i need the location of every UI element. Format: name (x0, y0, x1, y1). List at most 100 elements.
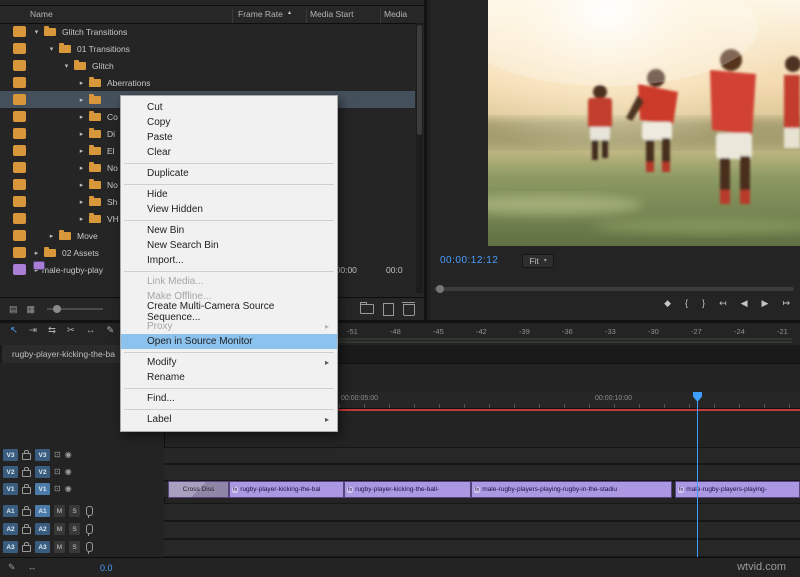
zoom-level-select[interactable]: Fit ▾ (522, 254, 553, 268)
new-bin-button[interactable] (360, 304, 374, 314)
label-color-chip[interactable] (13, 247, 26, 258)
label-color-chip[interactable] (13, 196, 26, 207)
context-menu-item[interactable]: Create Multi-Camera Source Sequence... ▸ (121, 304, 337, 319)
context-menu-item[interactable]: Open in Source Monitor ▸ (121, 334, 337, 349)
disclosure-chevron-icon[interactable]: ▸ (46, 232, 57, 240)
context-menu-item[interactable]: Duplicate ▸ (121, 166, 337, 181)
disclosure-chevron-icon[interactable]: ▸ (76, 164, 87, 172)
source-patch-button[interactable]: A1 (3, 505, 18, 517)
icon-view-button[interactable]: ▦ (27, 305, 36, 314)
column-name[interactable]: Name (30, 9, 53, 19)
label-color-chip[interactable] (13, 77, 26, 88)
program-video-frame[interactable] (488, 0, 800, 246)
disclosure-chevron-icon[interactable]: ▸ (31, 249, 42, 257)
timeline-clip[interactable]: fx male-rugby-players-playing- (675, 481, 800, 498)
seek-thumb[interactable] (436, 285, 444, 293)
thumbnail-zoom-slider[interactable] (47, 308, 103, 310)
track-lane-a3[interactable] (164, 539, 800, 557)
disclosure-chevron-icon[interactable]: ▸ (76, 147, 87, 155)
disclosure-chevron-icon[interactable]: ▸ (76, 215, 87, 223)
voiceover-mic-icon[interactable] (86, 542, 93, 552)
timeline-clip[interactable]: fx rugby-player-kicking-the-ball- (344, 481, 471, 498)
project-bin-row[interactable]: ▾ Glitch (0, 57, 415, 74)
label-color-chip[interactable] (13, 264, 26, 275)
context-menu-item[interactable]: Hide ▸ (121, 187, 337, 202)
disclosure-chevron-icon[interactable]: ▸ (76, 198, 87, 206)
disclosure-chevron-icon[interactable]: ▸ (76, 79, 87, 87)
track-target-button[interactable]: A2 (35, 523, 50, 535)
source-patch-button[interactable]: A3 (3, 541, 18, 553)
solo-button[interactable]: S (69, 505, 80, 517)
disclosure-chevron-icon[interactable]: ▸ (76, 130, 87, 138)
column-frame-rate[interactable]: Frame Rate (238, 9, 283, 19)
label-color-chip[interactable] (13, 94, 26, 105)
disclosure-chevron-icon[interactable]: ▾ (46, 45, 57, 53)
lock-icon[interactable] (22, 545, 31, 552)
track-target-button[interactable]: A1 (35, 505, 50, 517)
context-menu-item[interactable]: Proxy ▸ (121, 319, 337, 334)
context-menu-item[interactable]: Find... ▸ (121, 391, 337, 406)
context-menu-item[interactable]: View Hidden ▸ (121, 202, 337, 217)
context-menu-item[interactable]: Cut ▸ (121, 100, 337, 115)
track-lane-v3[interactable] (164, 447, 800, 464)
project-bin-row[interactable]: ▸ Aberrations (0, 74, 415, 91)
label-color-chip[interactable] (13, 230, 26, 241)
playhead-line[interactable] (697, 392, 698, 557)
label-color-chip[interactable] (13, 162, 26, 173)
play-button[interactable]: ▶ (762, 299, 769, 308)
mark-in-button[interactable]: { (685, 299, 688, 308)
context-menu-item[interactable]: Import... ▸ (121, 253, 337, 268)
monitor-seek-bar[interactable] (434, 287, 794, 291)
zoom-slider-thumb[interactable] (53, 305, 61, 313)
mute-button[interactable]: M (54, 541, 65, 553)
label-color-chip[interactable] (13, 213, 26, 224)
lock-icon[interactable] (22, 509, 31, 516)
context-menu-item[interactable]: Modify ▸ (121, 355, 337, 370)
program-timecode[interactable]: 00:00:12:12 (440, 255, 498, 266)
context-menu-item[interactable]: Clear ▸ (121, 145, 337, 160)
context-menu-item[interactable]: New Search Bin ▸ (121, 238, 337, 253)
disclosure-chevron-icon[interactable]: ▾ (61, 62, 72, 70)
project-bin-row[interactable]: ▾ 01 Transitions (0, 40, 415, 57)
label-color-chip[interactable] (13, 26, 26, 37)
solo-button[interactable]: S (69, 541, 80, 553)
track-lane-a2[interactable] (164, 521, 800, 539)
disclosure-chevron-icon[interactable]: ▸ (76, 181, 87, 189)
timeline-clip[interactable]: fx rugby-player-kicking-the-bal (229, 481, 344, 498)
label-color-chip[interactable] (13, 145, 26, 156)
project-bin-row[interactable]: ▾ Glitch Transitions (0, 23, 415, 40)
transition-clip[interactable]: Cross Diss (168, 481, 229, 498)
context-menu-item[interactable]: Paste ▸ (121, 130, 337, 145)
source-patch-button[interactable]: A2 (3, 523, 18, 535)
context-menu-item[interactable]: Rename ▸ (121, 370, 337, 385)
disclosure-chevron-icon[interactable]: ▾ (31, 28, 42, 36)
delete-button[interactable] (403, 304, 415, 316)
pencil-icon[interactable]: ✎ (8, 563, 16, 572)
new-item-button[interactable] (383, 303, 394, 316)
lock-icon[interactable] (22, 527, 31, 534)
add-marker-button[interactable]: ◆ (664, 299, 671, 308)
context-menu-item[interactable]: Label ▸ (121, 412, 337, 427)
track-target-button[interactable]: A3 (35, 541, 50, 553)
context-menu-item[interactable]: New Bin ▸ (121, 223, 337, 238)
disclosure-chevron-icon[interactable]: ▸ (76, 113, 87, 121)
mark-out-button[interactable]: } (702, 299, 705, 308)
column-media-start[interactable]: Media Start (310, 9, 353, 19)
disclosure-chevron-icon[interactable]: ▸ (76, 96, 87, 104)
go-to-in-button[interactable]: ↤ (719, 299, 727, 308)
context-menu-item[interactable]: Link Media... ▸ (121, 274, 337, 289)
label-color-chip[interactable] (13, 111, 26, 122)
track-height-toggle-icon[interactable]: ↔ (28, 563, 37, 572)
context-menu-item[interactable]: Copy ▸ (121, 115, 337, 130)
track-lane-v2[interactable] (164, 464, 800, 481)
label-color-chip[interactable] (13, 60, 26, 71)
timeline-clip[interactable]: fx male-rugby-players-playing-rugby-in-t… (471, 481, 672, 498)
solo-button[interactable]: S (69, 523, 80, 535)
label-color-chip[interactable] (13, 43, 26, 54)
label-color-chip[interactable] (13, 179, 26, 190)
column-media[interactable]: Media (384, 9, 407, 19)
voiceover-mic-icon[interactable] (86, 524, 93, 534)
project-scrollbar[interactable] (416, 23, 423, 293)
track-lane-a1[interactable] (164, 503, 800, 521)
mute-button[interactable]: M (54, 523, 65, 535)
